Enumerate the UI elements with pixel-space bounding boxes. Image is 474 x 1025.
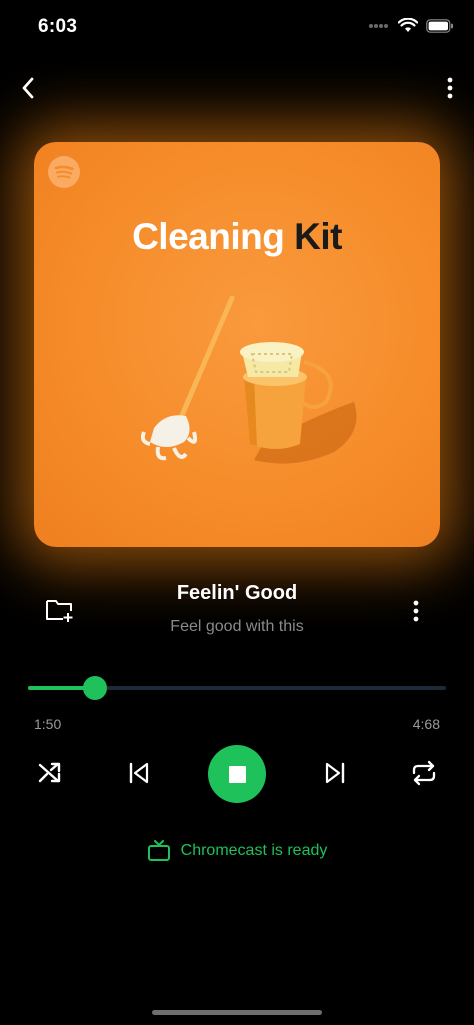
skip-previous-icon bbox=[129, 762, 149, 784]
shuffle-button[interactable] bbox=[34, 756, 68, 790]
next-button[interactable] bbox=[318, 756, 352, 790]
status-icons bbox=[368, 18, 454, 33]
more-options-button[interactable] bbox=[440, 70, 460, 106]
total-time: 4:68 bbox=[412, 716, 440, 732]
repeat-button[interactable] bbox=[406, 756, 442, 790]
album-art-title: Cleaning Kit bbox=[34, 216, 440, 258]
shuffle-icon bbox=[38, 762, 61, 783]
progress-fill bbox=[28, 686, 86, 690]
track-subtitle: Feel good with this bbox=[170, 618, 304, 635]
track-title: Feelin' Good bbox=[176, 582, 298, 604]
cellular-signal-icon bbox=[369, 23, 388, 28]
progress-slider-handle[interactable] bbox=[82, 676, 107, 700]
chromecast-label: Chromecast is ready bbox=[180, 842, 328, 859]
mop-bucket-illustration bbox=[140, 295, 357, 464]
more-vertical-icon bbox=[447, 77, 453, 99]
album-title-part1: Cleaning bbox=[132, 216, 285, 257]
repeat-icon bbox=[412, 760, 436, 786]
stop-button[interactable] bbox=[208, 745, 266, 803]
previous-button[interactable] bbox=[122, 756, 156, 790]
more-vertical-icon bbox=[413, 600, 419, 622]
skip-next-icon bbox=[325, 762, 345, 784]
elapsed-time: 1:50 bbox=[34, 716, 62, 732]
chromecast-status[interactable]: Chromecast is ready bbox=[0, 840, 474, 862]
album-title-part2: Kit bbox=[294, 216, 342, 257]
track-more-options-button[interactable] bbox=[408, 596, 424, 626]
wifi-icon bbox=[398, 18, 418, 32]
status-time: 6:03 bbox=[38, 16, 78, 37]
back-button[interactable] bbox=[12, 70, 44, 106]
chevron-left-icon bbox=[22, 77, 34, 99]
status-bar: 6:03 bbox=[0, 0, 474, 56]
spotify-logo-icon bbox=[48, 156, 80, 188]
tv-icon bbox=[147, 840, 170, 861]
battery-icon bbox=[426, 18, 453, 33]
album-art: Cleaning Kit bbox=[34, 142, 440, 547]
home-indicator bbox=[152, 1010, 322, 1015]
stop-icon bbox=[228, 765, 246, 783]
